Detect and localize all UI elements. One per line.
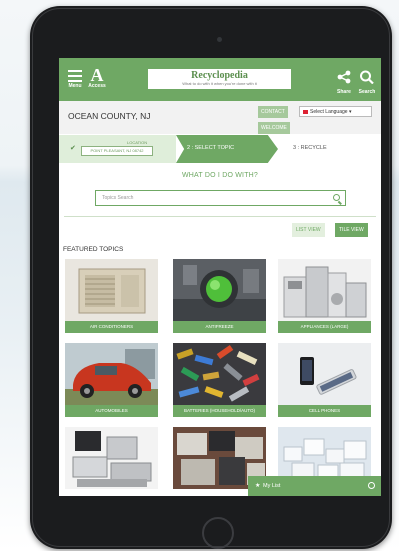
topics-search-box bbox=[95, 190, 346, 206]
topic-label: AIR CONDITIONERS bbox=[65, 321, 158, 333]
flag-icon bbox=[303, 109, 308, 114]
chevron-down-icon: ▾ bbox=[348, 109, 352, 115]
featured-topics-heading: FEATURED TOPICS bbox=[63, 246, 124, 253]
list-view-button[interactable]: LIST VIEW bbox=[292, 223, 325, 237]
antifreeze-image bbox=[173, 259, 266, 321]
access-button[interactable]: A Access bbox=[86, 65, 108, 89]
step-location[interactable]: ✔ LOCATION POINT PLEASANT, NJ 08742 bbox=[59, 135, 176, 163]
appliances-image bbox=[278, 259, 371, 321]
topic-tile-antifreeze[interactable]: ANTIFREEZE bbox=[173, 259, 266, 333]
share-label: Share bbox=[337, 89, 351, 95]
step-select-topic-label: 2 : SELECT TOPIC bbox=[187, 145, 235, 151]
home-button[interactable] bbox=[202, 517, 234, 549]
logo-title: Recyclopedia bbox=[191, 70, 248, 81]
batteries-image bbox=[173, 343, 266, 405]
topic-tile-batteries[interactable]: BATTERIES (HOUSEHOLD/AUTO) bbox=[173, 343, 266, 417]
app-screen: Menu A Access Recyclopedia What to do wi… bbox=[59, 58, 381, 496]
topic-tile-automobiles[interactable]: AUTOMOBILES bbox=[65, 343, 158, 417]
contact-link[interactable]: CONTACT bbox=[258, 106, 288, 118]
car-image bbox=[65, 343, 158, 405]
menu-button[interactable]: Menu bbox=[62, 70, 88, 89]
topic-tile-cell-phones[interactable]: CELL PHONES bbox=[278, 343, 371, 417]
hamburger-icon bbox=[68, 70, 82, 82]
star-icon: ★ bbox=[255, 483, 261, 489]
language-select[interactable]: Select Language ▾ bbox=[299, 106, 372, 117]
step-location-label: LOCATION bbox=[127, 140, 148, 145]
step-location-value: POINT PLEASANT, NJ 08742 bbox=[81, 146, 153, 156]
topic-tile-computers[interactable] bbox=[65, 427, 158, 496]
topic-label: BATTERIES (HOUSEHOLD/AUTO) bbox=[173, 405, 266, 417]
language-select-label: Select Language bbox=[310, 109, 348, 115]
site-logo[interactable]: Recyclopedia What to do with it when you… bbox=[148, 69, 291, 89]
search-button[interactable]: Search bbox=[355, 70, 379, 95]
check-icon: ✔ bbox=[70, 145, 76, 152]
camera-icon bbox=[217, 37, 222, 42]
progress-steps: ✔ LOCATION POINT PLEASANT, NJ 08742 2 : … bbox=[59, 135, 381, 163]
topic-label: ANTIFREEZE bbox=[173, 321, 266, 333]
topic-tile-air-conditioners[interactable]: AIR CONDITIONERS bbox=[65, 259, 158, 333]
logo-tagline: What to do with it when you're done with… bbox=[182, 81, 257, 86]
share-button[interactable]: Share bbox=[333, 70, 355, 95]
topics-search-input[interactable] bbox=[102, 191, 322, 205]
my-list-bar[interactable]: My List ★ bbox=[248, 476, 381, 496]
my-list-label: My List bbox=[263, 483, 281, 489]
location-bar: OCEAN COUNTY, NJ CONTACT WELCOME Select … bbox=[59, 101, 381, 134]
page-title: WHAT DO I DO WITH? bbox=[181, 172, 259, 179]
top-bar: Menu A Access Recyclopedia What to do wi… bbox=[59, 58, 381, 101]
search-icon bbox=[360, 70, 374, 85]
tile-view-button[interactable]: TILE VIEW bbox=[335, 223, 368, 237]
divider bbox=[64, 216, 376, 217]
topic-label: APPLIANCES (LARGE) bbox=[278, 321, 371, 333]
access-label: Access bbox=[88, 83, 106, 89]
gear-icon[interactable] bbox=[368, 482, 375, 489]
computers-image bbox=[65, 427, 158, 489]
cell-phone-image bbox=[278, 343, 371, 405]
topic-tile-appliances[interactable]: APPLIANCES (LARGE) bbox=[278, 259, 371, 333]
county-name: OCEAN COUNTY, NJ bbox=[68, 111, 151, 121]
step-recycle-label: 3 : RECYCLE bbox=[293, 145, 327, 151]
search-label: Search bbox=[358, 89, 376, 95]
topic-label: CELL PHONES bbox=[278, 405, 371, 417]
air-conditioner-image bbox=[65, 259, 158, 321]
topic-label: AUTOMOBILES bbox=[65, 405, 158, 417]
share-icon bbox=[337, 70, 351, 84]
search-submit-icon[interactable] bbox=[333, 194, 340, 201]
menu-label: Menu bbox=[68, 83, 82, 89]
accessibility-icon: A bbox=[90, 65, 104, 85]
welcome-link[interactable]: WELCOME bbox=[258, 122, 290, 134]
